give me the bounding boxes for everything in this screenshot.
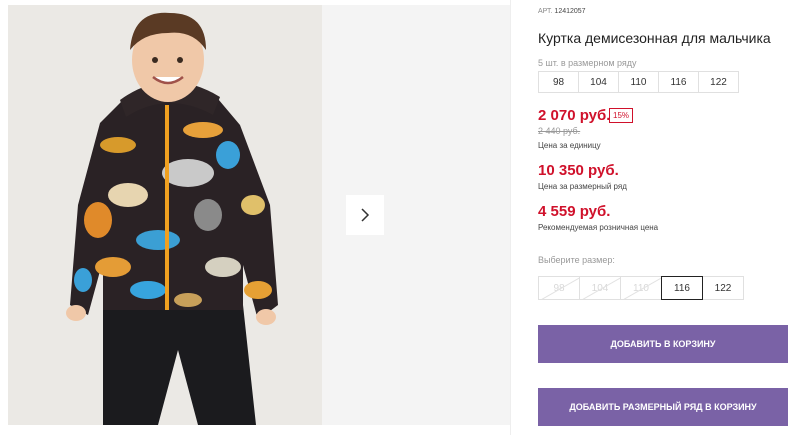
row-price: 10 350 руб. [538,162,619,179]
chevron-right-icon [361,208,370,222]
size-row-table: 98 104 110 116 122 [538,71,739,93]
row-size: 122 [698,71,739,93]
product-gallery [0,0,511,435]
row-size: 98 [538,71,579,93]
row-price-label: Цена за размерный ряд [538,182,627,191]
row-size: 110 [618,71,659,93]
discount-badge: 15% [609,108,634,123]
unit-price: 2 070 руб. [538,107,611,124]
product-details: АРТ. 12412057 Куртка демисезонная для ма… [538,0,800,435]
size-option-110: 110 [620,276,662,300]
retail-price: 4 559 руб. [538,203,611,220]
size-row-note: 5 шт. в размерном ряду [538,58,637,68]
strikethrough-icon [623,277,661,299]
strikethrough-icon [582,277,620,299]
strikethrough-icon [541,277,579,299]
size-option-104: 104 [579,276,621,300]
row-size: 104 [578,71,619,93]
product-title: Куртка демисезонная для мальчика [538,30,771,46]
unit-price-label: Цена за единицу [538,141,601,150]
add-to-cart-button[interactable]: Добавить в корзину [538,325,788,363]
product-photo[interactable] [8,5,322,425]
size-option-116[interactable]: 116 [661,276,703,300]
size-selector: 98 104 110 116 122 [538,276,744,300]
article-value: 12412057 [554,8,586,15]
choose-size-label: Выберите размер: [538,255,615,265]
row-size: 116 [658,71,699,93]
old-price: 2 440 руб. [538,126,581,136]
next-photo-button[interactable] [346,195,384,235]
size-option-122[interactable]: 122 [702,276,744,300]
size-option-98: 98 [538,276,580,300]
article-number: АРТ. 12412057 [538,8,586,15]
retail-price-label: Рекомендуемая розничная цена [538,223,659,232]
add-size-row-to-cart-button[interactable]: Добавить размерный ряд в корзину [538,388,788,426]
boy-in-jacket-photo [8,5,322,425]
